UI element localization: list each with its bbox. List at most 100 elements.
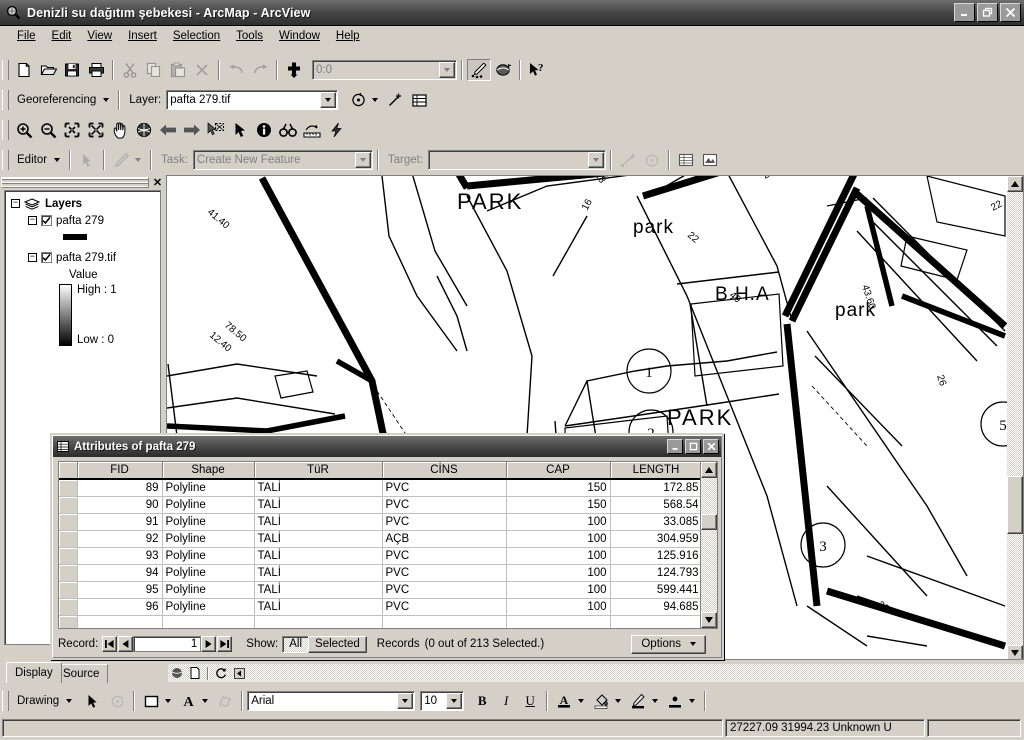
close-button[interactable] bbox=[1000, 3, 1021, 22]
select-features-icon[interactable] bbox=[204, 119, 228, 141]
sketch-tool-icon[interactable] bbox=[109, 149, 133, 171]
chevron-down-icon[interactable] bbox=[578, 699, 585, 703]
cell-length[interactable]: 94.685 bbox=[610, 598, 700, 616]
toc-close-icon[interactable]: ✕ bbox=[151, 176, 164, 189]
open-folder-icon[interactable] bbox=[36, 59, 60, 81]
fill-color-icon[interactable] bbox=[589, 690, 613, 712]
attributes-close-button[interactable] bbox=[703, 439, 719, 454]
redo-icon[interactable] bbox=[248, 59, 272, 81]
cell-shape[interactable]: Polyline bbox=[162, 479, 255, 497]
expander-icon[interactable]: − bbox=[28, 253, 37, 262]
collapse-left-icon[interactable] bbox=[230, 665, 248, 681]
cell-cins[interactable]: PVC bbox=[382, 547, 507, 565]
chevron-down-icon[interactable] bbox=[652, 699, 659, 703]
cell-cins[interactable]: PVC bbox=[382, 564, 507, 582]
refresh-icon[interactable] bbox=[212, 665, 230, 681]
map-scroll-thumb[interactable] bbox=[1007, 476, 1023, 534]
new-text-dropdown-icon[interactable] bbox=[202, 699, 209, 703]
show-hide-toc-icon[interactable] bbox=[491, 59, 515, 81]
cell-cap[interactable]: 100 bbox=[506, 581, 611, 599]
row-selector[interactable] bbox=[59, 547, 78, 565]
scroll-down-button[interactable] bbox=[1007, 645, 1023, 659]
chevron-down-icon[interactable] bbox=[66, 699, 73, 703]
cell-tur[interactable] bbox=[254, 615, 383, 628]
cell-length[interactable]: 172.85 bbox=[610, 479, 700, 497]
table-row[interactable]: 93 Polyline TALİ PVC 100 125.916 bbox=[59, 547, 700, 565]
cell-shape[interactable]: Polyline bbox=[162, 581, 255, 599]
table-row[interactable]: 95 Polyline TALİ PVC 100 599.441 bbox=[59, 581, 700, 599]
column-header-fid[interactable]: FID bbox=[77, 462, 163, 480]
cell-shape[interactable]: Polyline bbox=[162, 564, 255, 582]
cell-shape[interactable]: Polyline bbox=[162, 496, 255, 514]
task-combo[interactable]: Create New Feature bbox=[192, 150, 373, 170]
chevron-down-icon[interactable] bbox=[103, 98, 110, 102]
hyperlink-icon[interactable] bbox=[324, 119, 348, 141]
cell-cap[interactable]: 100 bbox=[506, 513, 611, 531]
select-elements-icon[interactable] bbox=[228, 119, 252, 141]
attributes-grid-body[interactable]: FID Shape TüR CİNS CAP LENGTH 89 Polylin… bbox=[59, 462, 700, 628]
toolbar-grip[interactable] bbox=[2, 60, 9, 80]
toc-item-pafta279[interactable]: − pafta 279 bbox=[7, 212, 158, 229]
cell-cap[interactable]: 100 bbox=[506, 530, 611, 548]
expander-icon[interactable]: − bbox=[28, 216, 37, 225]
row-selector[interactable] bbox=[59, 598, 78, 616]
cell-cins[interactable]: PVC bbox=[382, 581, 507, 599]
attributes-vertical-scrollbar[interactable] bbox=[700, 462, 717, 628]
globe-refresh-icon[interactable] bbox=[168, 665, 186, 681]
attributes-window[interactable]: Attributes of pafta 279 FID Shape TüR Cİ… bbox=[50, 433, 724, 660]
measure-icon[interactable] bbox=[300, 119, 324, 141]
first-record-button[interactable] bbox=[102, 636, 118, 652]
rotate-tool-icon[interactable] bbox=[640, 149, 664, 171]
marker-color-icon[interactable] bbox=[663, 690, 687, 712]
table-row[interactable]: 96 Polyline TALİ PVC 100 94.685 bbox=[59, 598, 700, 616]
map-scale-combo[interactable]: 0:0 bbox=[312, 60, 457, 80]
cell-fid[interactable] bbox=[77, 615, 163, 628]
cell-cins[interactable]: PVC bbox=[382, 598, 507, 616]
cell-cins[interactable]: PVC bbox=[382, 479, 507, 497]
rotate-element-icon[interactable] bbox=[105, 690, 129, 712]
delete-icon[interactable] bbox=[190, 59, 214, 81]
copy-icon[interactable] bbox=[142, 59, 166, 81]
table-row[interactable]: 91 Polyline TALİ PVC 100 33.085 bbox=[59, 513, 700, 531]
cell-shape[interactable] bbox=[162, 615, 255, 628]
georef-toolbar-grip[interactable] bbox=[2, 90, 9, 110]
menu-help[interactable]: Help bbox=[329, 28, 367, 44]
underline-button[interactable]: U bbox=[518, 690, 542, 712]
chevron-down-icon[interactable] bbox=[689, 699, 696, 703]
georeferencing-menu[interactable]: Georeferencing bbox=[12, 94, 101, 106]
drawing-toolbar-grip[interactable] bbox=[2, 691, 9, 711]
cell-cins[interactable]: PVC bbox=[382, 513, 507, 531]
italic-button[interactable]: I bbox=[494, 690, 518, 712]
cell-length[interactable]: 33.085 bbox=[610, 513, 700, 531]
menu-tools[interactable]: Tools bbox=[229, 28, 270, 44]
table-row[interactable]: 89 Polyline TALİ PVC 150 172.85 bbox=[59, 479, 700, 497]
row-selector[interactable] bbox=[59, 564, 78, 582]
cell-tur[interactable]: TALİ bbox=[254, 479, 383, 497]
menu-edit[interactable]: Edit bbox=[45, 28, 79, 44]
cell-length[interactable]: 125.916 bbox=[610, 547, 700, 565]
attributes-icon[interactable] bbox=[674, 149, 698, 171]
row-selector[interactable] bbox=[59, 615, 78, 628]
cell-length[interactable]: 599.441 bbox=[610, 581, 700, 599]
paste-icon[interactable] bbox=[166, 59, 190, 81]
cell-cap[interactable]: 100 bbox=[506, 547, 611, 565]
cell-fid[interactable]: 94 bbox=[77, 564, 163, 582]
next-record-button[interactable] bbox=[201, 636, 217, 652]
view-link-table-icon[interactable] bbox=[407, 89, 431, 111]
line-color-icon[interactable] bbox=[626, 690, 650, 712]
find-icon[interactable] bbox=[276, 119, 300, 141]
cell-cap[interactable]: 100 bbox=[506, 598, 611, 616]
new-rectangle-icon[interactable] bbox=[139, 690, 163, 712]
table-row[interactable]: 90 Polyline TALİ PVC 150 568.54 bbox=[59, 496, 700, 514]
restore-button[interactable] bbox=[977, 3, 998, 22]
tab-source[interactable]: Source bbox=[54, 664, 109, 683]
previous-extent-icon[interactable] bbox=[156, 119, 180, 141]
undo-icon[interactable] bbox=[224, 59, 248, 81]
cell-shape[interactable]: Polyline bbox=[162, 513, 255, 531]
cell-length[interactable]: 568.54 bbox=[610, 496, 700, 514]
editor-toggle-icon[interactable] bbox=[467, 59, 491, 81]
identify-icon[interactable] bbox=[252, 119, 276, 141]
chevron-down-icon[interactable] bbox=[615, 699, 622, 703]
toc-root-layers[interactable]: − Layers bbox=[7, 195, 158, 212]
chevron-down-icon[interactable] bbox=[588, 152, 605, 168]
